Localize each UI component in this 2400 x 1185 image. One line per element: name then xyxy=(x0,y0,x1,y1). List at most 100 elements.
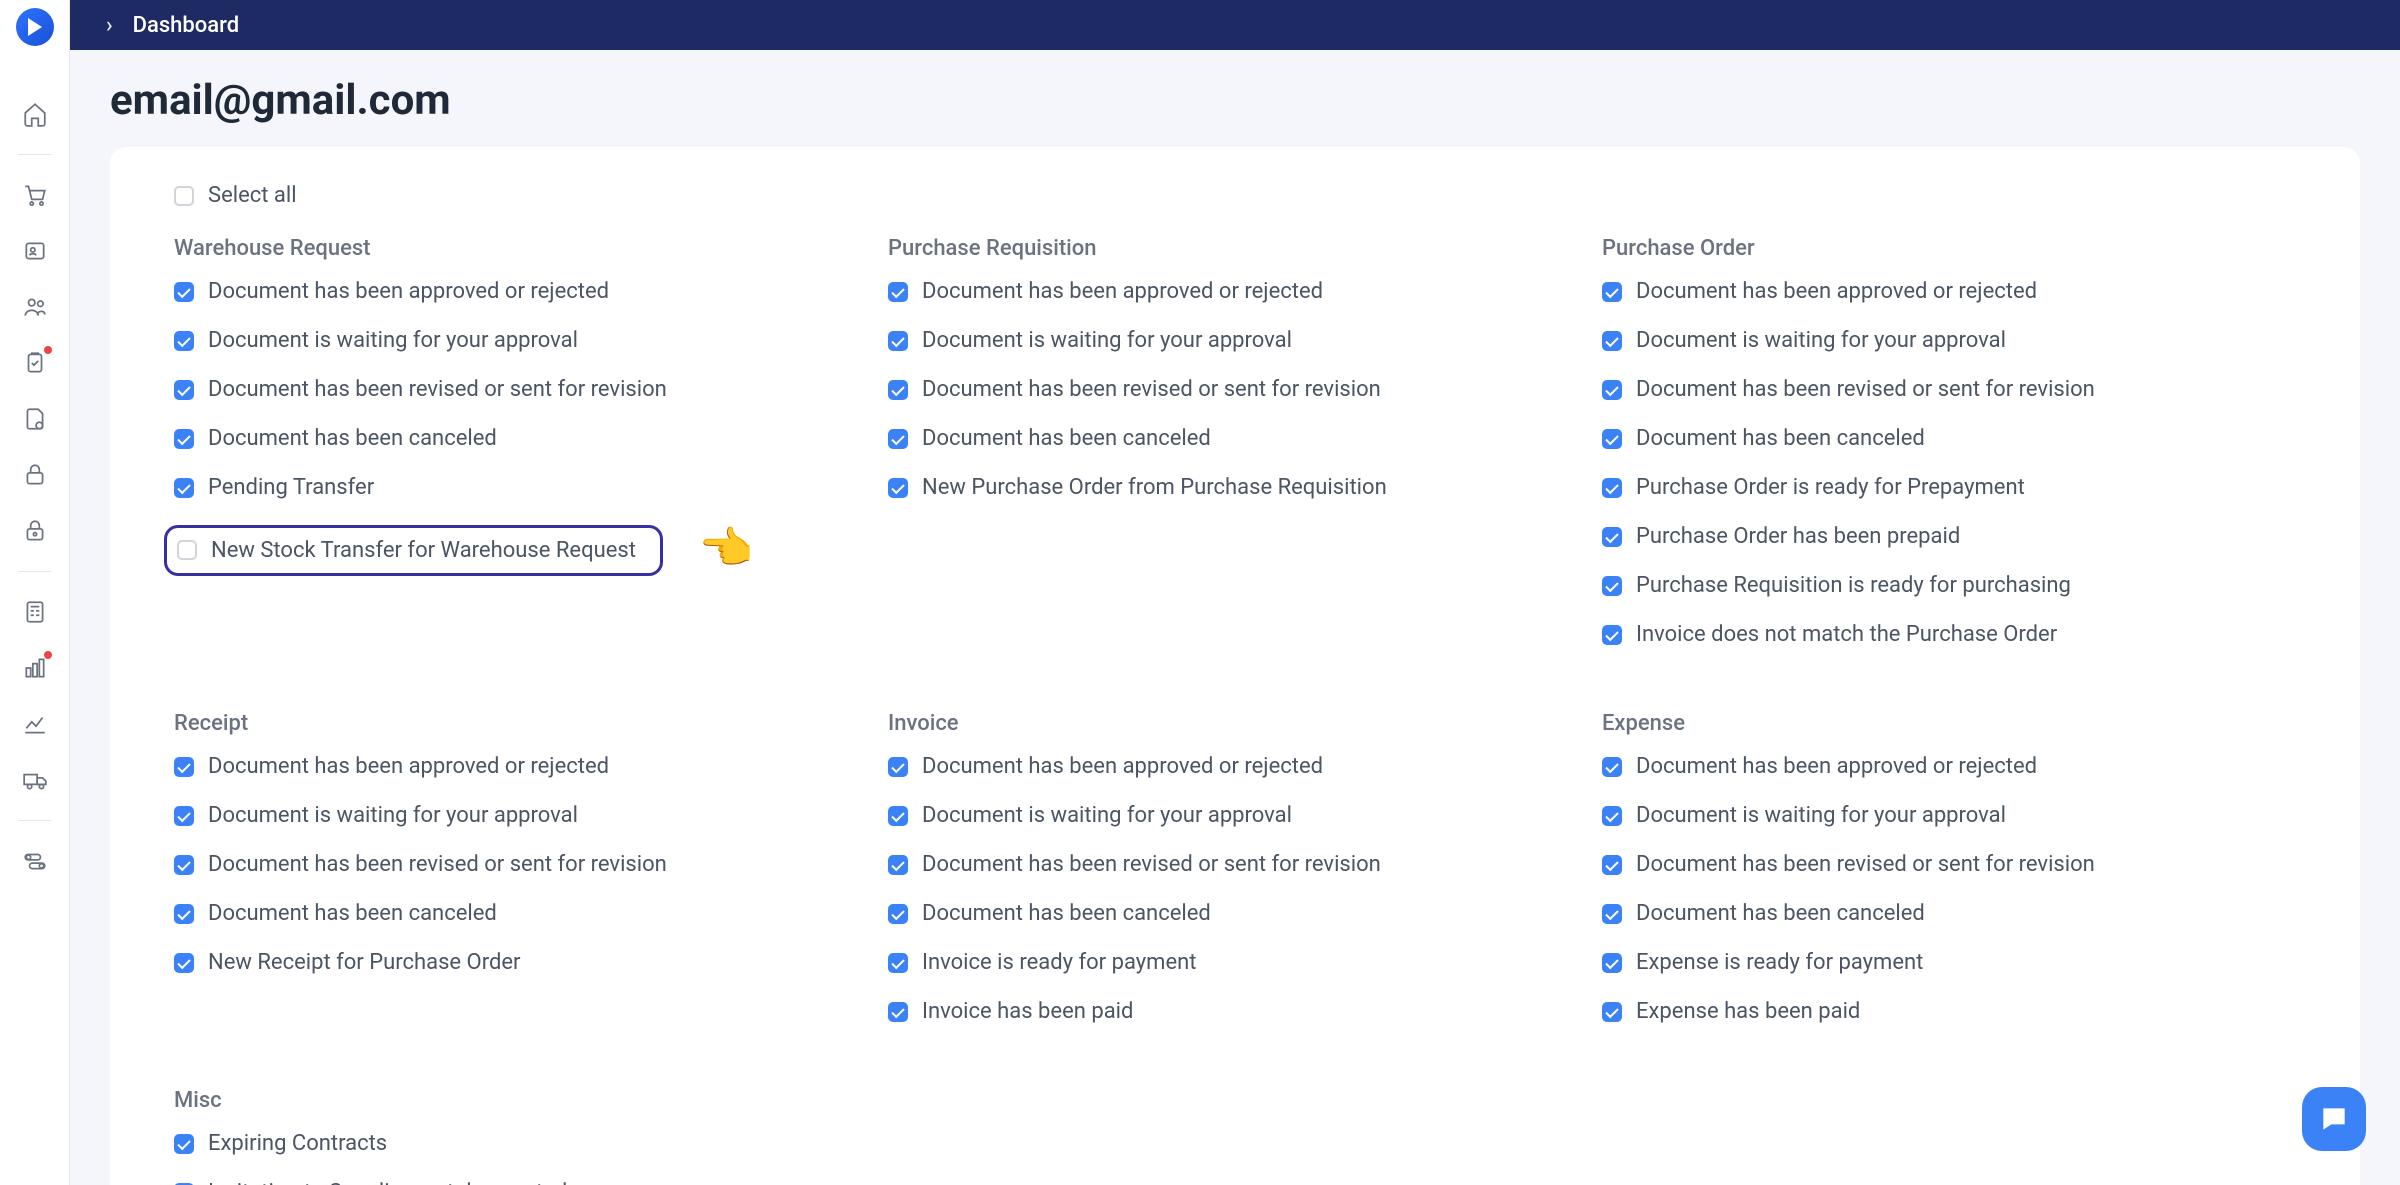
notification-checkbox[interactable] xyxy=(174,757,194,777)
notification-checkbox[interactable] xyxy=(888,757,908,777)
group-purchase_requisition: Purchase RequisitionDocument has been ap… xyxy=(888,236,1582,671)
notification-label: Invoice has been paid xyxy=(922,999,1133,1024)
notification-checkbox[interactable] xyxy=(1602,429,1622,449)
notification-checkbox[interactable] xyxy=(1602,757,1622,777)
notification-checkbox[interactable] xyxy=(174,806,194,826)
contact-icon[interactable] xyxy=(20,236,50,266)
notification-label: Document has been canceled xyxy=(922,901,1211,926)
notification-checkbox[interactable] xyxy=(888,855,908,875)
notification-checkbox[interactable] xyxy=(1602,1002,1622,1022)
notification-row: Document has been approved or rejected xyxy=(174,754,868,779)
breadcrumb[interactable]: Dashboard xyxy=(133,13,239,38)
notification-checkbox[interactable] xyxy=(1602,478,1622,498)
sidebar-divider xyxy=(18,820,52,821)
notification-checkbox[interactable] xyxy=(888,806,908,826)
notification-row: Expense is ready for payment xyxy=(1602,950,2296,975)
toggle-icon[interactable] xyxy=(20,846,50,876)
notification-checkbox[interactable] xyxy=(1602,625,1622,645)
notification-checkbox[interactable] xyxy=(1602,806,1622,826)
notification-checkbox[interactable] xyxy=(888,478,908,498)
group-misc: MiscExpiring ContractsInvitation to Supp… xyxy=(174,1088,868,1185)
notification-label: Document has been approved or rejected xyxy=(1636,754,2037,779)
notification-row: Document has been revised or sent for re… xyxy=(174,852,868,877)
chart-line-icon[interactable] xyxy=(20,709,50,739)
notification-row: Expiring Contracts xyxy=(174,1131,868,1156)
notification-checkbox[interactable] xyxy=(174,953,194,973)
notification-checkbox[interactable] xyxy=(174,1134,194,1154)
notification-row: Document has been canceled xyxy=(888,901,1582,926)
select-all-checkbox[interactable] xyxy=(174,186,194,206)
notification-checkbox[interactable] xyxy=(1602,527,1622,547)
lock-icon[interactable] xyxy=(20,460,50,490)
home-icon[interactable] xyxy=(20,99,50,129)
notification-checkbox[interactable] xyxy=(1602,576,1622,596)
notification-checkbox[interactable] xyxy=(888,331,908,351)
notification-checkbox[interactable] xyxy=(888,1002,908,1022)
group-title: Expense xyxy=(1602,711,2296,736)
notification-row: New Purchase Order from Purchase Requisi… xyxy=(888,475,1582,500)
notification-checkbox[interactable] xyxy=(174,380,194,400)
notification-label: Invoice is ready for payment xyxy=(922,950,1196,975)
chat-fab[interactable] xyxy=(2302,1087,2366,1151)
group-purchase_order: Purchase OrderDocument has been approved… xyxy=(1602,236,2296,671)
clipboard-icon[interactable] xyxy=(20,348,50,378)
notification-checkbox[interactable] xyxy=(174,904,194,924)
notification-checkbox[interactable] xyxy=(888,380,908,400)
page-title: email@gmail.com xyxy=(70,50,2400,147)
cart-icon[interactable] xyxy=(20,180,50,210)
notification-checkbox[interactable] xyxy=(1602,855,1622,875)
notification-row: Document has been canceled xyxy=(888,426,1582,451)
sidebar xyxy=(0,0,70,1185)
notification-label: Purchase Requisition is ready for purcha… xyxy=(1636,573,2071,598)
main: email@gmail.com Select all Warehouse Req… xyxy=(70,50,2400,1185)
chevron-right-icon[interactable]: › xyxy=(106,13,113,38)
notification-row: Document has been revised or sent for re… xyxy=(888,852,1582,877)
notification-checkbox[interactable] xyxy=(888,282,908,302)
notification-checkbox[interactable] xyxy=(174,429,194,449)
notification-label: Invoice does not match the Purchase Orde… xyxy=(1636,622,2057,647)
notification-checkbox[interactable] xyxy=(888,953,908,973)
notification-checkbox[interactable] xyxy=(888,429,908,449)
notification-checkbox[interactable] xyxy=(174,331,194,351)
chart-bar-icon[interactable] xyxy=(20,653,50,683)
notification-row: Invoice has been paid xyxy=(888,999,1582,1024)
notification-label: Document has been canceled xyxy=(1636,901,1925,926)
group-expense: Expense Document has been approved or rej… xyxy=(1602,711,2296,1048)
notification-checkbox[interactable] xyxy=(1602,282,1622,302)
notification-row: Document has been approved or rejected xyxy=(888,754,1582,779)
notification-checkbox[interactable] xyxy=(1602,331,1622,351)
notification-row: Document has been revised or sent for re… xyxy=(1602,852,2296,877)
notification-checkbox[interactable] xyxy=(174,855,194,875)
notification-checkbox[interactable] xyxy=(174,478,194,498)
notification-checkbox[interactable] xyxy=(1602,904,1622,924)
notification-checkbox[interactable] xyxy=(1602,953,1622,973)
notification-row: Document has been approved or rejected xyxy=(888,279,1582,304)
app-logo[interactable] xyxy=(16,8,54,46)
notification-row: Document has been approved or rejected xyxy=(174,279,868,304)
notification-checkbox[interactable] xyxy=(177,540,197,560)
notification-row: Document is waiting for your approval xyxy=(888,328,1582,353)
pointing-hand-icon: 👈 xyxy=(699,522,754,574)
highlighted-option: New Stock Transfer for Warehouse Request xyxy=(164,525,663,576)
file-check-icon[interactable] xyxy=(20,404,50,434)
group-title: Warehouse Request xyxy=(174,236,868,261)
notification-row: Document has been approved or rejected xyxy=(1602,754,2296,779)
group-invoice: InvoiceDocument has been approved or rej… xyxy=(888,711,1582,1048)
notification-checkbox[interactable] xyxy=(174,282,194,302)
notification-row: Document has been canceled xyxy=(174,426,868,451)
lock2-icon[interactable] xyxy=(20,516,50,546)
truck-icon[interactable] xyxy=(20,765,50,795)
calc-icon[interactable] xyxy=(20,597,50,627)
notification-row: Document is waiting for your approval xyxy=(1602,328,2296,353)
notification-label: Document has been revised or sent for re… xyxy=(1636,852,2095,877)
notification-checkbox[interactable] xyxy=(888,904,908,924)
notification-label: Document has been approved or rejected xyxy=(922,754,1323,779)
notification-row: Invitation to Supplier portal accepted xyxy=(174,1180,868,1185)
sidebar-divider xyxy=(18,571,52,572)
group-warehouse_request: Warehouse Request Document has been appro… xyxy=(174,236,868,671)
users-icon[interactable] xyxy=(20,292,50,322)
notification-label: Document has been revised or sent for re… xyxy=(208,852,667,877)
notification-checkbox[interactable] xyxy=(1602,380,1622,400)
notification-label: Document has been approved or rejected xyxy=(208,279,609,304)
notification-row: Pending Transfer xyxy=(174,475,868,500)
